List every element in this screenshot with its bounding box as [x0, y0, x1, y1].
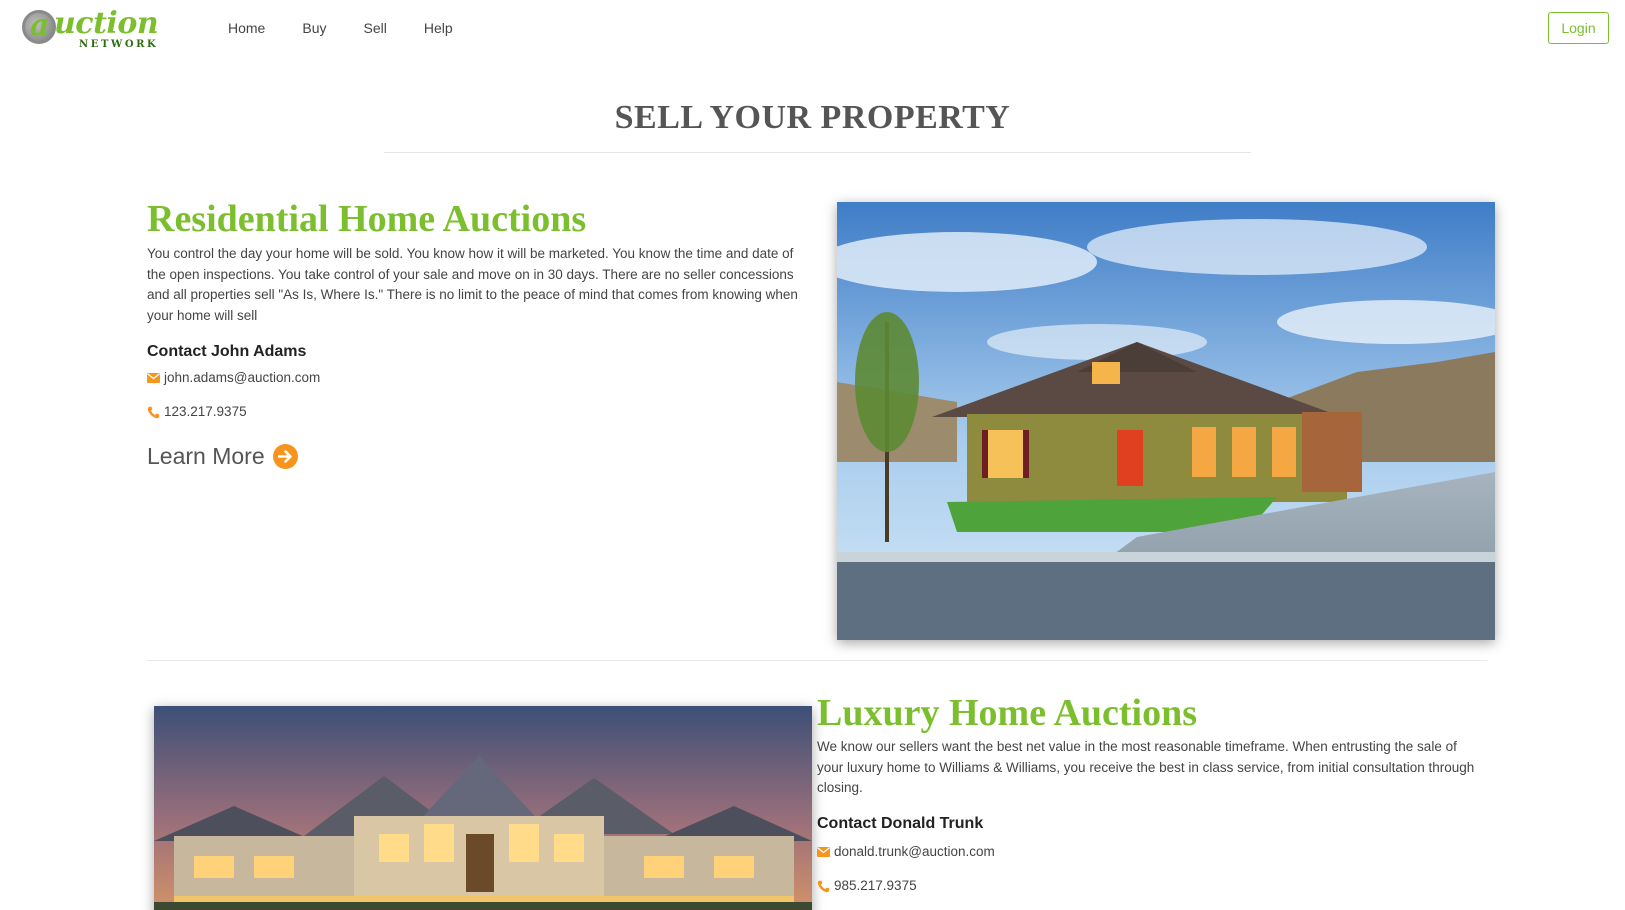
- luxury-heading: Luxury Home Auctions: [817, 692, 1198, 734]
- nav-buy[interactable]: Buy: [302, 19, 326, 37]
- login-button[interactable]: Login: [1548, 12, 1609, 44]
- learn-more-link[interactable]: Learn More: [147, 442, 298, 470]
- luxury-phone-link[interactable]: 985.217.9375: [834, 877, 917, 895]
- residential-contact-name: Contact John Adams: [147, 343, 307, 360]
- residential-heading: Residential Home Auctions: [147, 198, 587, 240]
- residential-email-row: john.adams@auction.com: [147, 369, 320, 387]
- logo-subtitle: NETWORK: [79, 39, 159, 50]
- logo-wordmark: uction: [54, 6, 159, 41]
- luxury-description: We know our sellers want the best net va…: [817, 739, 1475, 795]
- main-nav: Home Buy Sell Help: [228, 19, 490, 37]
- residential-phone-link[interactable]: 123.217.9375: [164, 403, 247, 421]
- envelope-icon: [817, 847, 831, 857]
- section-divider: [147, 660, 1487, 661]
- residential-description: You control the day your home will be so…: [147, 246, 798, 323]
- nav-sell[interactable]: Sell: [363, 19, 386, 37]
- luxury-email-link[interactable]: donald.trunk@auction.com: [834, 843, 995, 861]
- nav-help[interactable]: Help: [424, 19, 453, 37]
- nav-home[interactable]: Home: [228, 19, 265, 37]
- envelope-icon: [147, 373, 161, 383]
- luxury-email-row: donald.trunk@auction.com: [817, 843, 995, 861]
- page-title: SELL YOUR PROPERTY: [614, 99, 1011, 136]
- luxury-phone-row: 985.217.9375: [817, 877, 917, 895]
- phone-icon: [817, 880, 831, 893]
- phone-icon: [147, 406, 161, 419]
- site-header: a uction NETWORK Home Buy Sell Help Logi…: [0, 0, 1625, 56]
- luxury-contact-name: Contact Donald Trunk: [817, 815, 984, 832]
- title-divider: [384, 152, 1251, 153]
- residential-phone-row: 123.217.9375: [147, 403, 247, 421]
- learn-more-label: Learn More: [147, 443, 265, 469]
- residential-home-photo: [837, 202, 1495, 640]
- auction-network-logo[interactable]: a uction NETWORK: [22, 6, 172, 50]
- logo-a-letter: a: [30, 8, 50, 43]
- arrow-circle-right-icon: [272, 443, 298, 469]
- luxury-home-photo: [154, 706, 812, 910]
- residential-email-link[interactable]: john.adams@auction.com: [164, 369, 320, 387]
